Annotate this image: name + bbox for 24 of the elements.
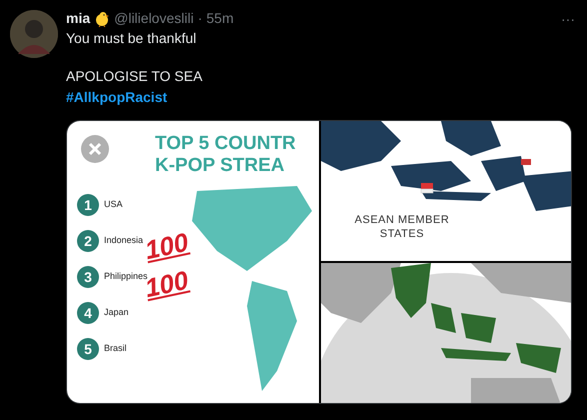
rank-number: 1 [77,194,99,216]
more-button[interactable]: ··· [561,12,575,26]
country-name: Brasil [104,342,127,356]
country-name: Philippines [104,270,148,282]
rank-number: 4 [77,302,99,324]
user-name[interactable]: mia [66,8,90,29]
country-name: USA [104,198,123,212]
rank-number: 2 [77,230,99,252]
infographic-image[interactable]: TOP 5 COUNTR K-POP STREA 1 USA 2 Indonesia 3 Philippines 4 Japan 5 Brasil 100 100 [67,121,319,403]
rank-number: 5 [77,338,99,360]
country-name: Japan [104,306,129,320]
map-label: ASEAN MEMBER STATES [354,213,450,241]
tweet-text: APOLOGISE TO SEA [66,67,204,86]
infographic-title: K-POP STREA [155,155,286,177]
country-name: Indonesia [104,234,144,248]
chick-icon [94,10,110,26]
tweet-text: You must be thankful [66,29,198,48]
hundred-emoji: 100 [142,226,192,268]
user-handle[interactable]: @lilieloveslili [114,8,194,29]
separator-dot: · [198,9,202,28]
timestamp[interactable]: 55m [206,8,234,29]
infographic-title: TOP 5 COUNTR [155,133,296,155]
rank-number: 3 [77,266,99,288]
hashtag-link[interactable]: #AllkpopRacist [66,89,168,105]
